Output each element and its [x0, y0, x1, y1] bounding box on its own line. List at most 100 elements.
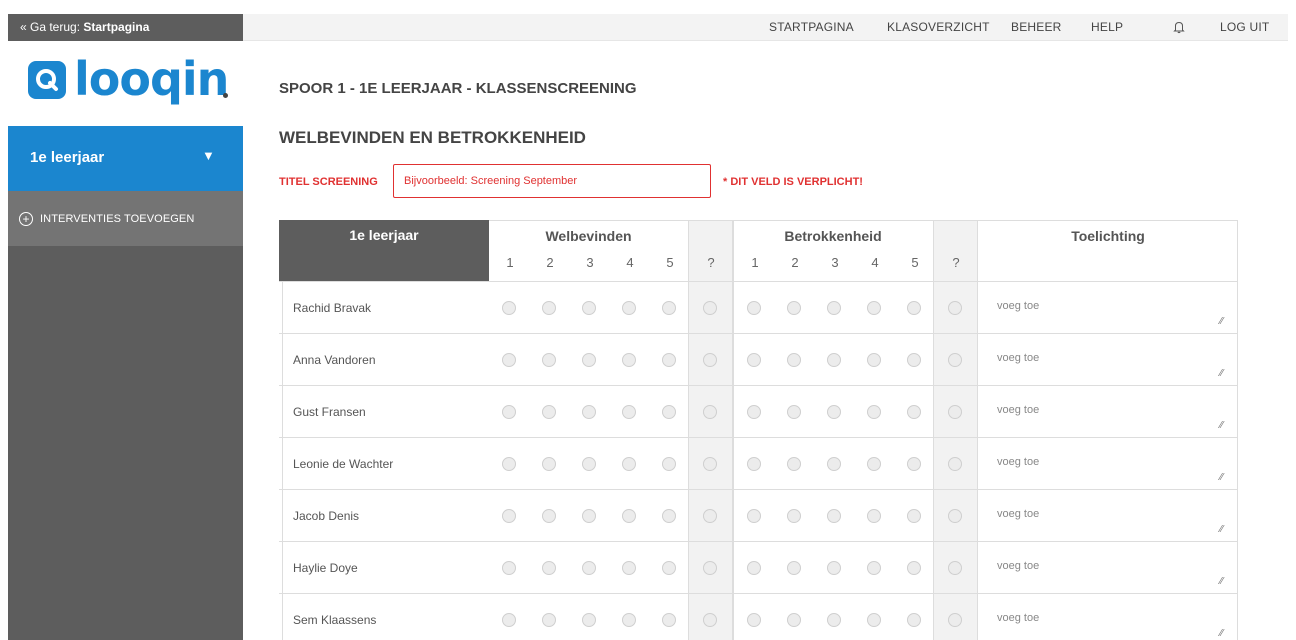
betrokkenheid-radio-1[interactable]: [747, 457, 761, 471]
betrokkenheid-radio-4[interactable]: [867, 509, 881, 523]
welbevinden-radio-4[interactable]: [622, 457, 636, 471]
betrokkenheid-radio-3[interactable]: [827, 509, 841, 523]
betrokkenheid-radio-2[interactable]: [787, 353, 801, 367]
betrokkenheid-radio-unknown[interactable]: [948, 509, 962, 523]
betrokkenheid-radio-unknown[interactable]: [948, 561, 962, 575]
welbevinden-radio-4[interactable]: [622, 561, 636, 575]
welbevinden-radio-4[interactable]: [622, 353, 636, 367]
betrokkenheid-radio-2[interactable]: [787, 561, 801, 575]
welbevinden-radio-5[interactable]: [662, 457, 676, 471]
welbevinden-radio-2[interactable]: [542, 457, 556, 471]
betrokkenheid-radio-1[interactable]: [747, 561, 761, 575]
nav-startpagina[interactable]: STARTPAGINA: [769, 14, 854, 41]
welbevinden-radio-4[interactable]: [622, 405, 636, 419]
welbevinden-radio-2[interactable]: [542, 613, 556, 627]
welbevinden-radio-1[interactable]: [502, 405, 516, 419]
betrokkenheid-radio-2[interactable]: [787, 301, 801, 315]
toelichting-textarea[interactable]: voeg toe ⁄⁄: [987, 594, 1237, 640]
betrokkenheid-radio-4[interactable]: [867, 613, 881, 627]
welbevinden-radio-2[interactable]: [542, 405, 556, 419]
welbevinden-radio-1[interactable]: [502, 613, 516, 627]
betrokkenheid-radio-3[interactable]: [827, 405, 841, 419]
titel-screening-input[interactable]: [393, 164, 711, 198]
betrokkenheid-radio-5[interactable]: [907, 509, 921, 523]
welbevinden-radio-unknown[interactable]: [703, 405, 717, 419]
betrokkenheid-radio-1[interactable]: [747, 405, 761, 419]
welbevinden-radio-unknown[interactable]: [703, 613, 717, 627]
betrokkenheid-radio-1[interactable]: [747, 353, 761, 367]
betrokkenheid-radio-5[interactable]: [907, 405, 921, 419]
toelichting-textarea[interactable]: voeg toe ⁄⁄: [987, 490, 1237, 541]
betrokkenheid-radio-unknown[interactable]: [948, 457, 962, 471]
betrokkenheid-radio-3[interactable]: [827, 353, 841, 367]
class-selector[interactable]: 1e leerjaar ▼: [8, 126, 243, 191]
betrokkenheid-radio-3[interactable]: [827, 457, 841, 471]
betrokkenheid-radio-5[interactable]: [907, 561, 921, 575]
betrokkenheid-radio-3[interactable]: [827, 301, 841, 315]
back-link[interactable]: « Ga terug: Startpagina: [8, 14, 243, 41]
welbevinden-radio-2[interactable]: [542, 301, 556, 315]
bell-icon[interactable]: [1172, 20, 1186, 34]
welbevinden-radio-unknown[interactable]: [703, 561, 717, 575]
welbevinden-radio-3[interactable]: [582, 301, 596, 315]
nav-klasoverzicht[interactable]: KLASOVERZICHT: [887, 14, 990, 41]
nav-log-uit[interactable]: LOG UIT: [1220, 14, 1269, 41]
resize-handle-icon[interactable]: ⁄⁄: [1220, 576, 1223, 587]
welbevinden-radio-unknown[interactable]: [703, 353, 717, 367]
resize-handle-icon[interactable]: ⁄⁄: [1220, 420, 1223, 431]
add-interventions-button[interactable]: + INTERVENTIES TOEVOEGEN: [8, 191, 243, 246]
welbevinden-radio-5[interactable]: [662, 301, 676, 315]
welbevinden-radio-3[interactable]: [582, 509, 596, 523]
welbevinden-radio-3[interactable]: [582, 405, 596, 419]
betrokkenheid-radio-2[interactable]: [787, 613, 801, 627]
welbevinden-radio-1[interactable]: [502, 353, 516, 367]
betrokkenheid-radio-2[interactable]: [787, 405, 801, 419]
betrokkenheid-radio-unknown[interactable]: [948, 613, 962, 627]
resize-handle-icon[interactable]: ⁄⁄: [1220, 368, 1223, 379]
welbevinden-radio-3[interactable]: [582, 353, 596, 367]
logo[interactable]: looqin: [8, 41, 243, 126]
welbevinden-radio-5[interactable]: [662, 561, 676, 575]
betrokkenheid-radio-4[interactable]: [867, 561, 881, 575]
nav-help[interactable]: HELP: [1091, 14, 1123, 41]
resize-handle-icon[interactable]: ⁄⁄: [1220, 524, 1223, 535]
welbevinden-radio-unknown[interactable]: [703, 509, 717, 523]
betrokkenheid-radio-1[interactable]: [747, 509, 761, 523]
welbevinden-radio-4[interactable]: [622, 613, 636, 627]
betrokkenheid-radio-unknown[interactable]: [948, 353, 962, 367]
betrokkenheid-radio-unknown[interactable]: [948, 405, 962, 419]
welbevinden-radio-2[interactable]: [542, 353, 556, 367]
betrokkenheid-radio-unknown[interactable]: [948, 301, 962, 315]
betrokkenheid-radio-3[interactable]: [827, 561, 841, 575]
resize-handle-icon[interactable]: ⁄⁄: [1220, 316, 1223, 327]
welbevinden-radio-1[interactable]: [502, 509, 516, 523]
betrokkenheid-radio-5[interactable]: [907, 613, 921, 627]
resize-handle-icon[interactable]: ⁄⁄: [1220, 628, 1223, 639]
betrokkenheid-radio-2[interactable]: [787, 509, 801, 523]
betrokkenheid-radio-2[interactable]: [787, 457, 801, 471]
welbevinden-radio-5[interactable]: [662, 405, 676, 419]
toelichting-textarea[interactable]: voeg toe ⁄⁄: [987, 282, 1237, 333]
betrokkenheid-radio-1[interactable]: [747, 613, 761, 627]
betrokkenheid-radio-4[interactable]: [867, 457, 881, 471]
betrokkenheid-radio-1[interactable]: [747, 301, 761, 315]
welbevinden-radio-5[interactable]: [662, 613, 676, 627]
welbevinden-radio-1[interactable]: [502, 457, 516, 471]
welbevinden-radio-4[interactable]: [622, 301, 636, 315]
toelichting-textarea[interactable]: voeg toe ⁄⁄: [987, 542, 1237, 593]
nav-beheer[interactable]: BEHEER: [1011, 14, 1062, 41]
betrokkenheid-radio-4[interactable]: [867, 301, 881, 315]
welbevinden-radio-2[interactable]: [542, 509, 556, 523]
betrokkenheid-radio-5[interactable]: [907, 301, 921, 315]
welbevinden-radio-5[interactable]: [662, 509, 676, 523]
betrokkenheid-radio-5[interactable]: [907, 353, 921, 367]
welbevinden-radio-1[interactable]: [502, 561, 516, 575]
resize-handle-icon[interactable]: ⁄⁄: [1220, 472, 1223, 483]
betrokkenheid-radio-4[interactable]: [867, 353, 881, 367]
welbevinden-radio-1[interactable]: [502, 301, 516, 315]
betrokkenheid-radio-3[interactable]: [827, 613, 841, 627]
welbevinden-radio-unknown[interactable]: [703, 457, 717, 471]
welbevinden-radio-unknown[interactable]: [703, 301, 717, 315]
toelichting-textarea[interactable]: voeg toe ⁄⁄: [987, 438, 1237, 489]
welbevinden-radio-4[interactable]: [622, 509, 636, 523]
